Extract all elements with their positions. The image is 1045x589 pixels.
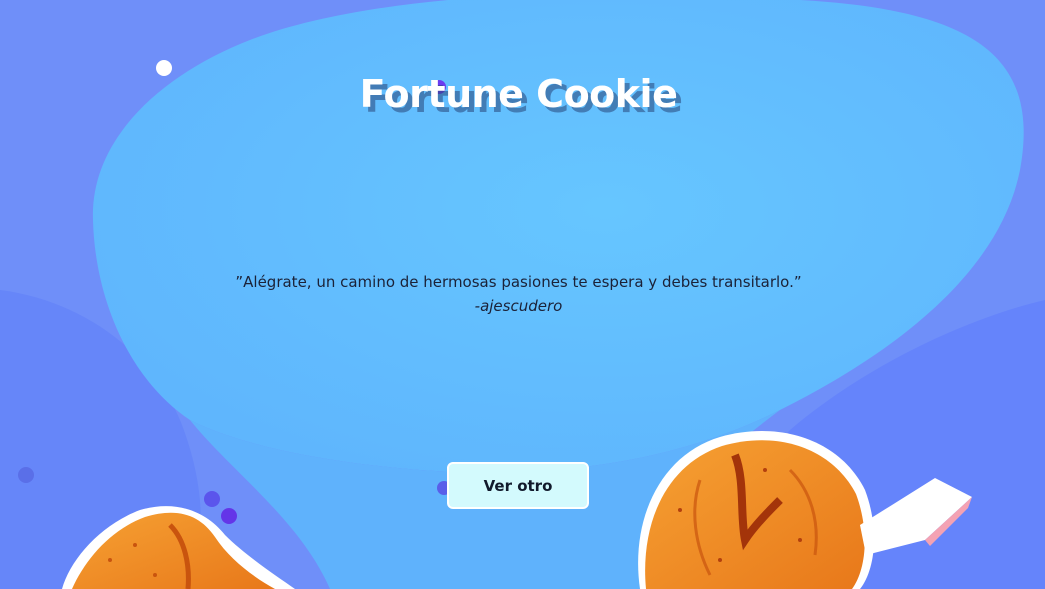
quote-text: ”Alégrate, un camino de hermosas pasione… [235,273,802,291]
dot-left [18,467,34,483]
dot-b [221,508,237,524]
quote-author: -ajescudero [474,297,563,315]
page-title: Fortune Cookie [359,72,678,116]
next-fortune-button[interactable]: Ver otro [447,462,589,509]
page-background: Fortune Cookie ”Alégrate, un camino de h… [0,0,1045,589]
fortune-quote: ”Alégrate, un camino de hermosas pasione… [0,271,1037,317]
dot-a [204,491,220,507]
